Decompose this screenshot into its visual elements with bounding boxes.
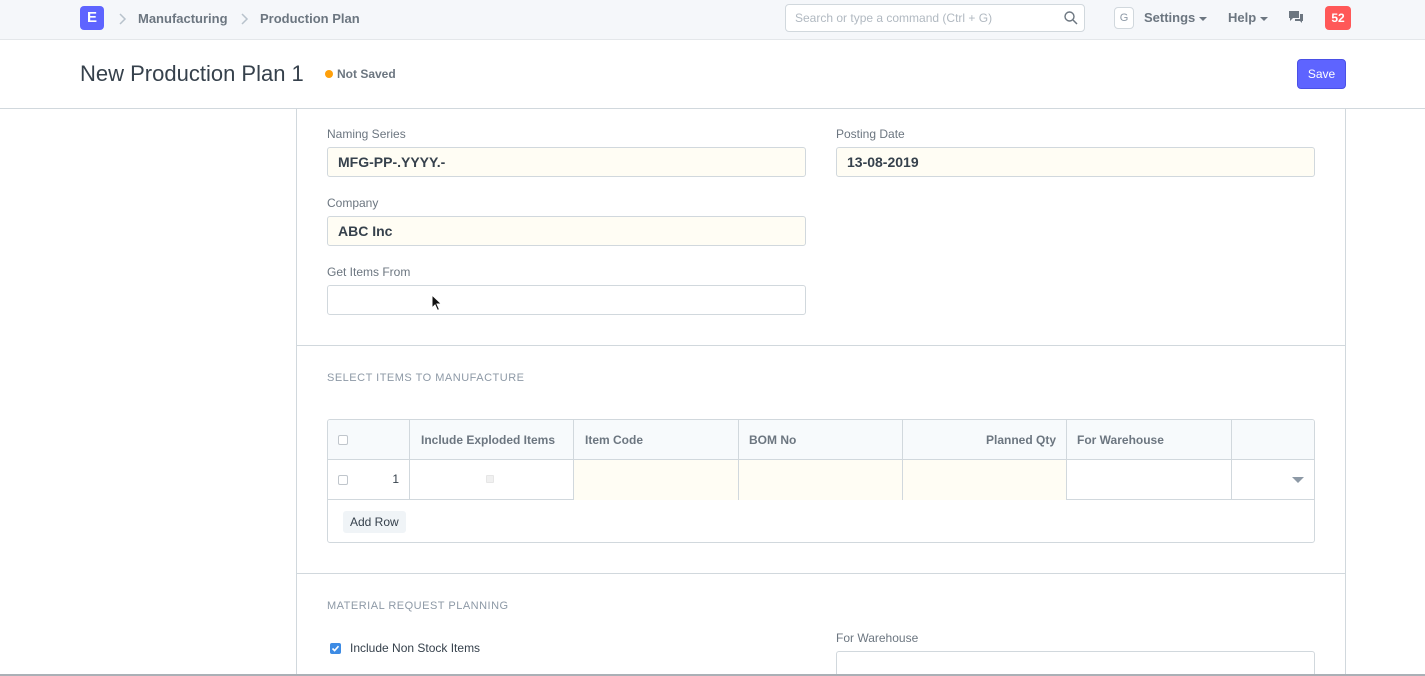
- section-divider: [297, 573, 1345, 574]
- chevron-right-icon: [241, 13, 249, 25]
- search-icon[interactable]: [1064, 11, 1078, 25]
- column-header-label: For Warehouse: [1077, 433, 1164, 447]
- include-exploded-items-checkbox[interactable]: [486, 475, 494, 483]
- app-logo[interactable]: E: [80, 6, 104, 30]
- posting-date-label: Posting Date: [836, 127, 905, 141]
- column-header-label: Include Exploded Items: [421, 433, 556, 447]
- include-exploded-items-cell[interactable]: [410, 460, 574, 500]
- shortcut-g-badge: G: [1114, 7, 1134, 29]
- status-badge: Not Saved: [337, 67, 396, 81]
- company-field[interactable]: ABC Inc: [327, 216, 806, 246]
- column-header-label: Item Code: [585, 433, 644, 447]
- column-header[interactable]: Planned Qty: [903, 420, 1067, 460]
- caret-down-icon: [1260, 16, 1269, 21]
- select-items-section-heading: SELECT ITEMS TO MANUFACTURE: [327, 372, 525, 384]
- breadcrumb-manufacturing[interactable]: Manufacturing: [138, 11, 228, 27]
- company-label: Company: [327, 196, 379, 210]
- table-header: Include Exploded Items Item Code BOM No …: [328, 420, 1314, 460]
- awesome-bar: [785, 4, 1085, 32]
- select-all-checkbox[interactable]: [338, 435, 348, 445]
- column-header[interactable]: Include Exploded Items: [410, 420, 574, 460]
- page-title: New Production Plan 1: [80, 61, 304, 86]
- check-icon: [331, 645, 340, 652]
- section-divider: [297, 345, 1345, 346]
- material-request-section-heading: MATERIAL REQUEST PLANNING: [327, 600, 509, 612]
- search-input[interactable]: [786, 5, 1046, 31]
- settings-dropdown[interactable]: Settings: [1144, 10, 1208, 25]
- header-actions-cell: [1232, 420, 1314, 460]
- for-warehouse-label: For Warehouse: [836, 631, 919, 645]
- include-non-stock-label[interactable]: Include Non Stock Items: [350, 641, 480, 655]
- row-edit-cell[interactable]: [1232, 460, 1314, 500]
- get-items-from-label: Get Items From: [327, 265, 411, 279]
- chevron-right-icon: [119, 13, 127, 25]
- column-header[interactable]: BOM No: [739, 420, 903, 460]
- settings-label: Settings: [1144, 10, 1196, 25]
- naming-series-label: Naming Series: [327, 127, 406, 141]
- breadcrumb-production-plan[interactable]: Production Plan: [260, 11, 360, 27]
- row-index: 1: [392, 472, 399, 486]
- row-checkbox[interactable]: [338, 475, 348, 485]
- notification-badge[interactable]: 52: [1325, 6, 1351, 30]
- table-row[interactable]: 1: [328, 460, 1314, 500]
- for-warehouse-cell[interactable]: [1067, 460, 1232, 500]
- item-code-cell[interactable]: [574, 460, 739, 500]
- form-body: Naming Series MFG-PP-.YYYY.- Posting Dat…: [296, 109, 1346, 676]
- column-header-label: BOM No: [749, 433, 797, 447]
- caret-down-icon: [1199, 16, 1208, 21]
- bom-no-cell[interactable]: [739, 460, 903, 500]
- help-label: Help: [1228, 10, 1257, 25]
- row-select-cell: 1: [328, 460, 410, 500]
- navbar: E Manufacturing Production Plan G Settin…: [0, 0, 1425, 40]
- naming-series-field[interactable]: MFG-PP-.YYYY.-: [327, 147, 806, 177]
- column-header-label: Planned Qty: [985, 433, 1056, 447]
- page-head: New Production Plan 1 Not Saved Save: [0, 40, 1425, 109]
- column-header[interactable]: For Warehouse: [1067, 420, 1232, 460]
- for-warehouse-field[interactable]: [836, 651, 1315, 676]
- add-row-button[interactable]: Add Row: [343, 511, 406, 533]
- caret-down-icon[interactable]: [1292, 477, 1304, 483]
- include-non-stock-checkbox[interactable]: [330, 643, 341, 654]
- column-header[interactable]: Item Code: [574, 420, 739, 460]
- header-select-cell: [328, 420, 410, 460]
- chat-icon[interactable]: [1288, 10, 1304, 24]
- get-items-from-select[interactable]: [327, 285, 806, 315]
- items-table: Include Exploded Items Item Code BOM No …: [327, 419, 1315, 543]
- posting-date-field[interactable]: 13-08-2019: [836, 147, 1315, 177]
- status-indicator-dot: [325, 70, 333, 78]
- mouse-cursor-icon: [431, 294, 443, 312]
- help-dropdown[interactable]: Help: [1228, 10, 1269, 25]
- save-button[interactable]: Save: [1297, 59, 1346, 89]
- planned-qty-cell[interactable]: [903, 460, 1067, 500]
